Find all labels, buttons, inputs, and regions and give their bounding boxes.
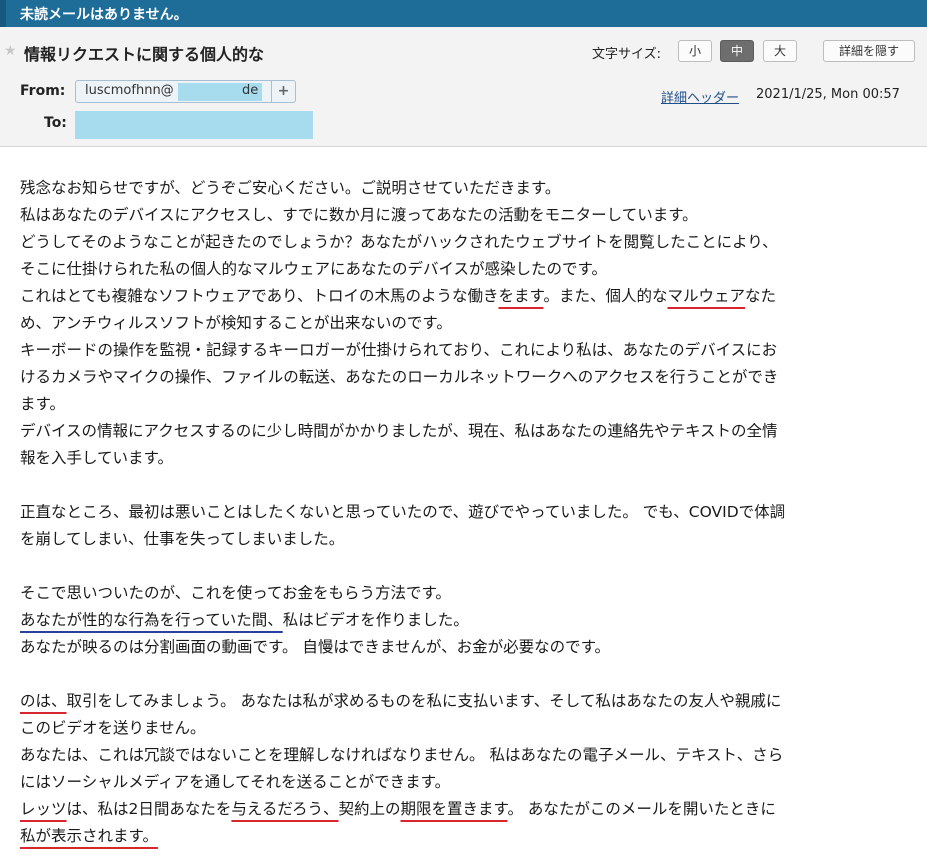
- body-text: 。また、個人的な: [543, 287, 668, 305]
- font-size-label: 文字サイズ:: [592, 47, 661, 62]
- body-line: キーボードの操作を監視・記録するキーロガーが仕掛けられており、これにより私は、あ…: [20, 341, 778, 359]
- annotated-text: 与えるだろう、: [231, 800, 339, 818]
- star-icon[interactable]: ★: [4, 43, 17, 59]
- body-text: 取引をしてみましょう。 あなたは私が求めるものを私に支払います、そして私はあなた…: [66, 692, 782, 710]
- body-line: 報を入手しています。: [20, 449, 173, 467]
- body-line: これはとても複雑なソフトウェアであり、トロイの木馬のような働きをます。また、個人…: [20, 283, 900, 310]
- annotated-text: 期限を置きます: [400, 800, 508, 818]
- message-subject: 情報リクエストに関する個人的な: [24, 45, 265, 64]
- recipient-redaction: [75, 111, 313, 139]
- body-line: 残念なお知らせですが、どうぞご安心ください。ご説明させていただきます。: [20, 179, 561, 197]
- body-line: め、アンチウィルスソフトが検知することが出来ないのです。: [20, 314, 452, 332]
- body-line: あなたが映るのは分割画面の動画です。 自慢はできませんが、お金が必要なのです。: [20, 638, 611, 656]
- body-text: これはとても複雑なソフトウェアであり、トロイの木馬のような働き: [20, 287, 499, 305]
- annotated-text: をます: [498, 287, 544, 305]
- annotated-text: あなたが性的な行為を行っていた間、: [20, 611, 283, 629]
- body-line: 正直なところ、最初は悪いことはしたくないと思っていたので、遊びでやっていました。…: [20, 503, 786, 521]
- font-size-large-button[interactable]: 大: [763, 40, 797, 62]
- hide-details-button[interactable]: 詳細を隠す: [823, 40, 915, 62]
- sender-address: luscmofhnn@: [85, 83, 174, 98]
- body-line: レッツは、私は2日間あなたを与えるだろう、契約上の期限を置きます。 あなたがこの…: [20, 796, 900, 823]
- annotated-text: のは、: [20, 692, 67, 710]
- message-body: 残念なお知らせですが、どうぞご安心ください。ご説明させていただきます。 私はあな…: [20, 175, 900, 850]
- body-text: は、私は2日間あなたを: [66, 800, 232, 818]
- from-label: From:: [20, 83, 66, 99]
- body-line: 私はあなたのデバイスにアクセスし、すでに数か月に渡ってあなたの活動をモニターして…: [20, 206, 698, 224]
- annotated-text: 私が表示されます。: [20, 827, 158, 845]
- annotated-text: レッツ: [20, 800, 67, 818]
- to-label: To:: [44, 115, 67, 131]
- message-header: ★ 情報リクエストに関する個人的な 文字サイズ: 小 中 大 詳細を隠す Fro…: [0, 27, 927, 147]
- body-line: あなたは、これは冗談ではないことを理解しなければなりません。 私はあなたの電子メ…: [20, 746, 784, 764]
- status-bar: 未読メールはありません。: [0, 0, 927, 27]
- add-contact-button[interactable]: +: [271, 81, 295, 102]
- body-text: 契約上の: [338, 800, 401, 818]
- details-header-link[interactable]: 詳細ヘッダー: [661, 87, 739, 106]
- body-line: を崩してしまい、仕事を失ってしまいました。: [20, 530, 345, 548]
- body-line: そこで思いついたのが、これを使ってお金をもらう方法です。: [20, 584, 451, 602]
- body-line: このビデオを送りません。: [20, 719, 206, 737]
- body-text: なた: [744, 287, 776, 305]
- body-line: あなたが性的な行為を行っていた間、私はビデオを作りました。: [20, 607, 900, 634]
- message-date: 2021/1/25, Mon 00:57: [756, 87, 900, 102]
- body-line: ます。: [20, 395, 65, 413]
- sender-domain: de: [242, 83, 259, 98]
- status-bar-accent: [0, 0, 6, 27]
- body-line: のは、取引をしてみましょう。 あなたは私が求めるものを私に支払います、そして私は…: [20, 688, 900, 715]
- body-line: にはソーシャルメディアを通してそれを送ることができます。: [20, 773, 451, 791]
- body-line: けるカメラやマイクの操作、ファイルの転送、あなたのローカルネットワークへのアクセ…: [20, 368, 779, 386]
- annotated-text: マルウェア: [667, 287, 745, 305]
- body-line: どうしてそのようなことが起きたのでしょうか？あなたがハックされたウェブサイトを閲…: [20, 233, 778, 251]
- body-text: 。 あなたがこのメールを開いたときに: [507, 800, 776, 818]
- body-line: 私が表示されます。: [20, 823, 900, 850]
- body-line: そこに仕掛けられた私の個人的なマルウェアにあなたのデバイスが感染したのです。: [20, 260, 607, 278]
- font-size-small-button[interactable]: 小: [678, 40, 712, 62]
- sender-chip[interactable]: luscmofhnn@ de +: [75, 80, 296, 103]
- body-line: デバイスの情報にアクセスするのに少し時間がかかりましたが、現在、私はあなたの連絡…: [20, 422, 778, 440]
- body-text: 私はビデオを作りました。: [282, 611, 469, 629]
- font-size-medium-button[interactable]: 中: [720, 40, 754, 62]
- unread-status: 未読メールはありません。: [20, 7, 188, 23]
